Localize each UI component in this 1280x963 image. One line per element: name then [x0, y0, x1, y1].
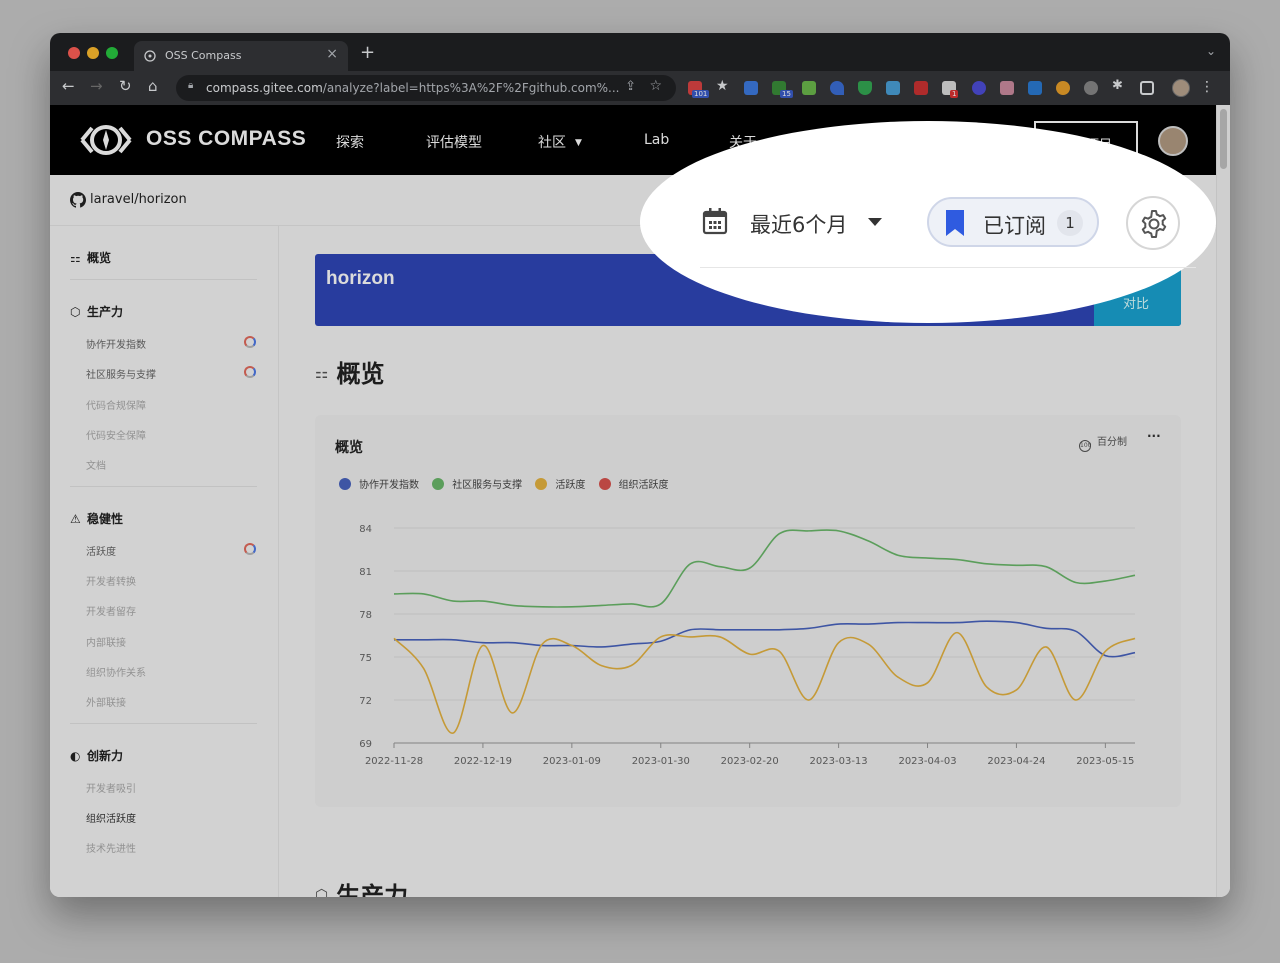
toolbar-divider	[700, 267, 1196, 268]
settings-button[interactable]	[1126, 196, 1180, 250]
calendar-icon	[702, 208, 728, 235]
gear-icon	[1141, 210, 1167, 238]
caret-down-icon[interactable]	[868, 218, 882, 226]
subscribe-button[interactable]: 已订阅 1	[927, 197, 1099, 247]
date-range-select[interactable]: 最近6个月	[750, 209, 847, 239]
spotlight-toolbar: 最近6个月 已订阅 1	[640, 135, 1216, 323]
subscribed-label: 已订阅	[983, 214, 1046, 238]
subscribed-count-badge: 1	[1057, 210, 1083, 236]
bookmark-icon	[946, 210, 964, 236]
